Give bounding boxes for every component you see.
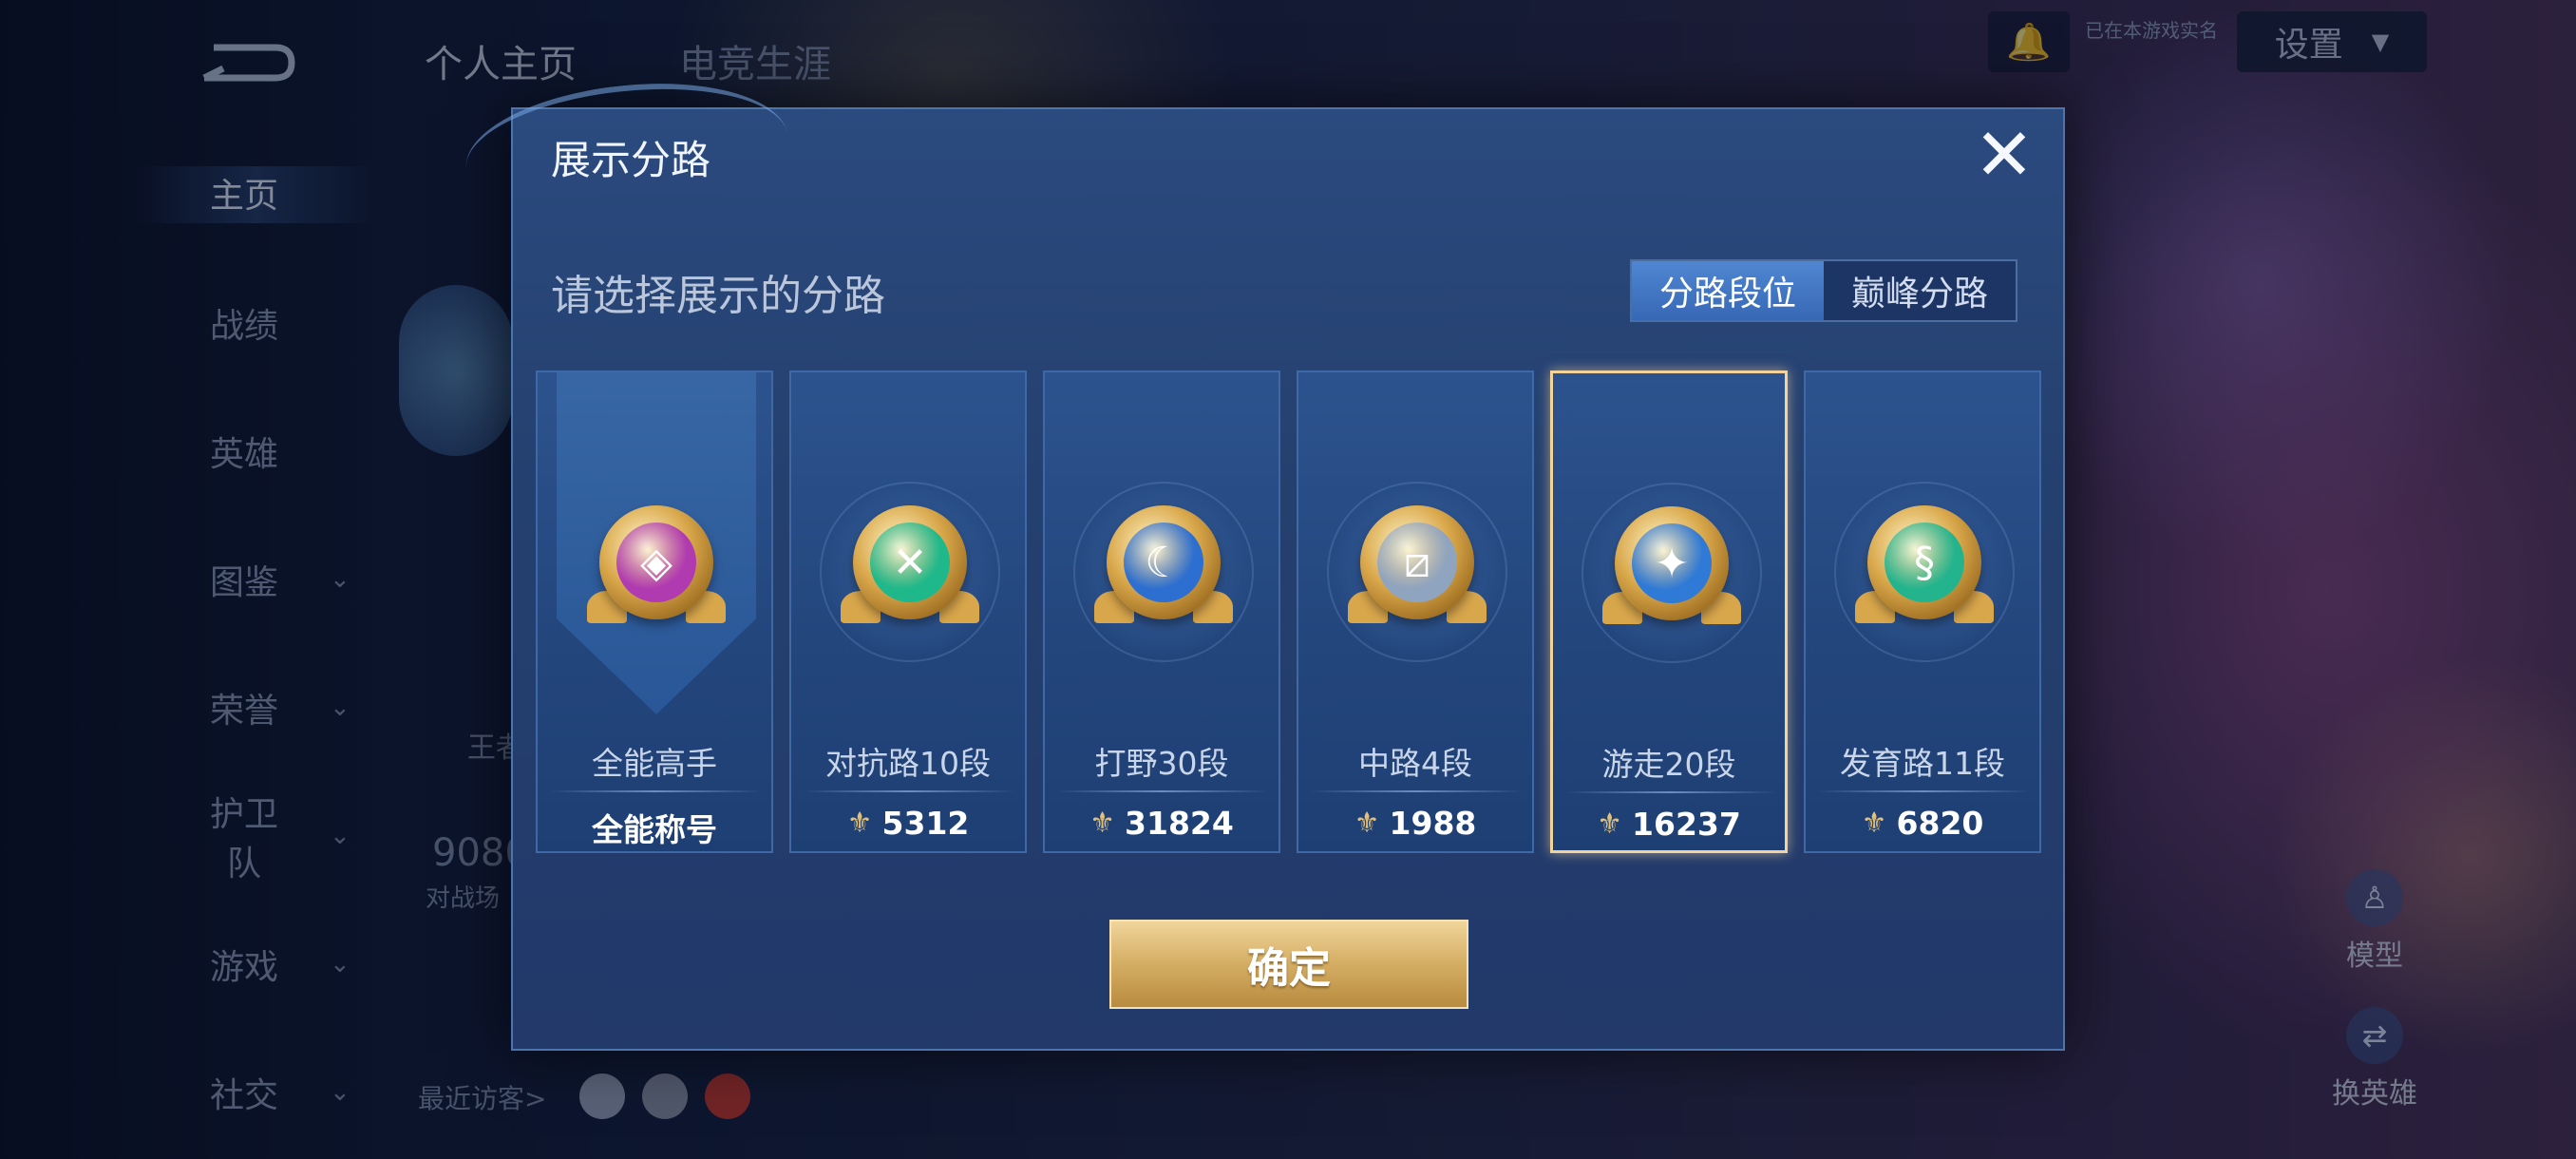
divider (1564, 791, 1777, 793)
lane-card-value-text: 16237 (1632, 806, 1741, 843)
dialog-title: 展示分路 (551, 137, 711, 183)
roam-badge-icon: ✦ (1615, 506, 1729, 620)
lane-type-toggle: 分路段位 巅峰分路 (1630, 259, 2017, 322)
lane-card-value-text: 全能称号 (592, 811, 717, 848)
divider (1310, 790, 1523, 792)
lane-card-value-text: 6820 (1896, 805, 1984, 842)
tab-peak-lane[interactable]: 巅峰分路 (1824, 261, 2016, 320)
lane-card-name: 全能高手 (592, 745, 717, 782)
lane-card[interactable]: ◈ 全能高手全能称号 (536, 370, 773, 853)
tab-lane-rank[interactable]: 分路段位 (1632, 261, 1824, 320)
rank-points-icon: ⚜ (1861, 807, 1887, 840)
divider (803, 790, 1015, 792)
lane-card-value: 全能称号 (538, 805, 771, 850)
lane-card-name: 发育路11段 (1840, 745, 2005, 782)
divider (1817, 790, 2030, 792)
confirm-button[interactable]: 确定 (1109, 920, 1468, 1009)
rank-points-icon: ⚜ (1354, 807, 1380, 840)
dialog-subtitle: 请选择展示的分路 (551, 272, 885, 320)
lane-card-value: ⚜ 5312 (791, 805, 1025, 842)
badge-core: ✦ (1632, 523, 1712, 603)
rank-points-icon: ⚜ (1597, 808, 1623, 841)
lane-card-name: 中路4段 (1358, 745, 1472, 782)
lane-card[interactable]: ☾ 打野30段 ⚜ 31824 (1043, 370, 1280, 853)
display-lane-dialog: 展示分路 ✕ 请选择展示的分路 分路段位 巅峰分路 ◈ 全能高手全能称号 ✕ 对抗路1… (459, 68, 2065, 1051)
badge-core: ◈ (616, 522, 696, 602)
lane-card-name: 打野30段 (1094, 745, 1229, 782)
clash-lane-badge-icon: ✕ (853, 505, 967, 619)
lane-card[interactable]: ⧄ 中路4段 ⚜ 1988 (1297, 370, 1534, 853)
lane-card-value: ⚜ 31824 (1045, 805, 1279, 842)
divider (549, 790, 762, 792)
lane-card-value-text: 5312 (881, 805, 970, 842)
farm-lane-badge-icon: § (1867, 505, 1981, 619)
lane-card-value-text: 1988 (1389, 805, 1477, 842)
divider (1056, 790, 1269, 792)
lane-card-value: ⚜ 1988 (1298, 805, 1532, 842)
lane-card[interactable]: ✕ 对抗路10段 ⚜ 5312 (789, 370, 1027, 853)
all-round-badge-icon: ◈ (599, 505, 713, 619)
rank-points-icon: ⚜ (1089, 807, 1116, 840)
badge-core: ✕ (870, 522, 950, 602)
lane-card-value: ⚜ 6820 (1806, 805, 2039, 842)
mid-lane-badge-icon: ⧄ (1360, 505, 1474, 619)
close-icon[interactable]: ✕ (1966, 117, 2042, 193)
lane-card-value-text: 31824 (1125, 805, 1234, 842)
lane-card-name: 对抗路10段 (825, 745, 991, 782)
lane-card-name: 游走20段 (1601, 746, 1736, 783)
lane-card-value: ⚜ 16237 (1553, 806, 1785, 843)
lane-card[interactable]: ✦ 游走20段 ⚜ 16237 (1550, 370, 1788, 853)
badge-core: ☾ (1124, 522, 1203, 602)
badge-core: ⧄ (1377, 522, 1457, 602)
jungle-badge-icon: ☾ (1107, 505, 1221, 619)
rank-points-icon: ⚜ (846, 807, 873, 840)
badge-core: § (1885, 522, 1964, 602)
lane-card[interactable]: § 发育路11段 ⚜ 6820 (1804, 370, 2041, 853)
